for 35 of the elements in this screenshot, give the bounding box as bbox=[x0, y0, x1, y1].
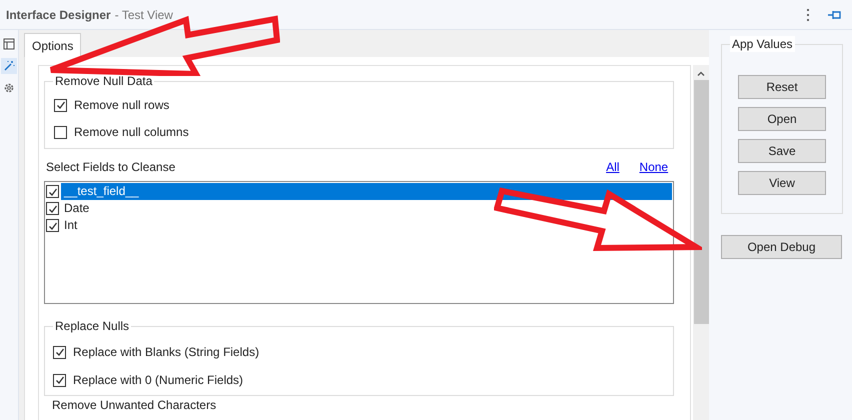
checkbox[interactable] bbox=[46, 219, 59, 232]
pin-icon[interactable] bbox=[828, 10, 842, 20]
option-label: Remove null columns bbox=[74, 124, 189, 141]
open-debug-button[interactable]: Open Debug bbox=[721, 235, 842, 259]
group-title: App Values bbox=[730, 36, 794, 52]
select-link[interactable]: None bbox=[639, 158, 668, 176]
option-label: Replace with Blanks (String Fields) bbox=[73, 344, 260, 361]
field-item[interactable]: Int bbox=[61, 217, 672, 234]
select-link[interactable]: All bbox=[606, 158, 620, 176]
checkbox[interactable] bbox=[54, 126, 67, 138]
scrollbar[interactable] bbox=[693, 65, 709, 420]
section-title: Remove Unwanted Characters bbox=[51, 398, 218, 412]
scroll-up-icon[interactable] bbox=[697, 71, 706, 76]
section-title: Select Fields to Cleanse bbox=[45, 159, 176, 176]
tab[interactable]: Options bbox=[24, 33, 82, 57]
field-item[interactable]: __test_field__ bbox=[61, 183, 672, 200]
more-options-icon[interactable] bbox=[806, 8, 810, 20]
group-title: Replace Nulls bbox=[53, 318, 132, 334]
app-value-button[interactable]: View bbox=[738, 171, 826, 195]
checkbox[interactable] bbox=[53, 374, 66, 386]
field-item[interactable]: Date bbox=[61, 200, 672, 217]
checkbox[interactable] bbox=[53, 346, 66, 358]
option-label: Remove null rows bbox=[74, 97, 170, 114]
scroll-thumb[interactable] bbox=[694, 80, 709, 324]
app-value-button[interactable]: Reset bbox=[738, 75, 826, 99]
checkbox[interactable] bbox=[46, 185, 59, 198]
app-value-button[interactable]: Save bbox=[738, 139, 826, 163]
window-subtitle: - Test View bbox=[114, 6, 173, 24]
option-label: Replace with 0 (Numeric Fields) bbox=[73, 372, 244, 389]
app-value-button[interactable]: Open bbox=[738, 107, 826, 131]
layout-icon[interactable] bbox=[1, 36, 17, 52]
magic-wand-icon[interactable] bbox=[1, 58, 17, 74]
checkbox[interactable] bbox=[46, 202, 59, 215]
window-title: Interface Designer bbox=[6, 6, 111, 24]
checkbox[interactable] bbox=[54, 98, 67, 112]
